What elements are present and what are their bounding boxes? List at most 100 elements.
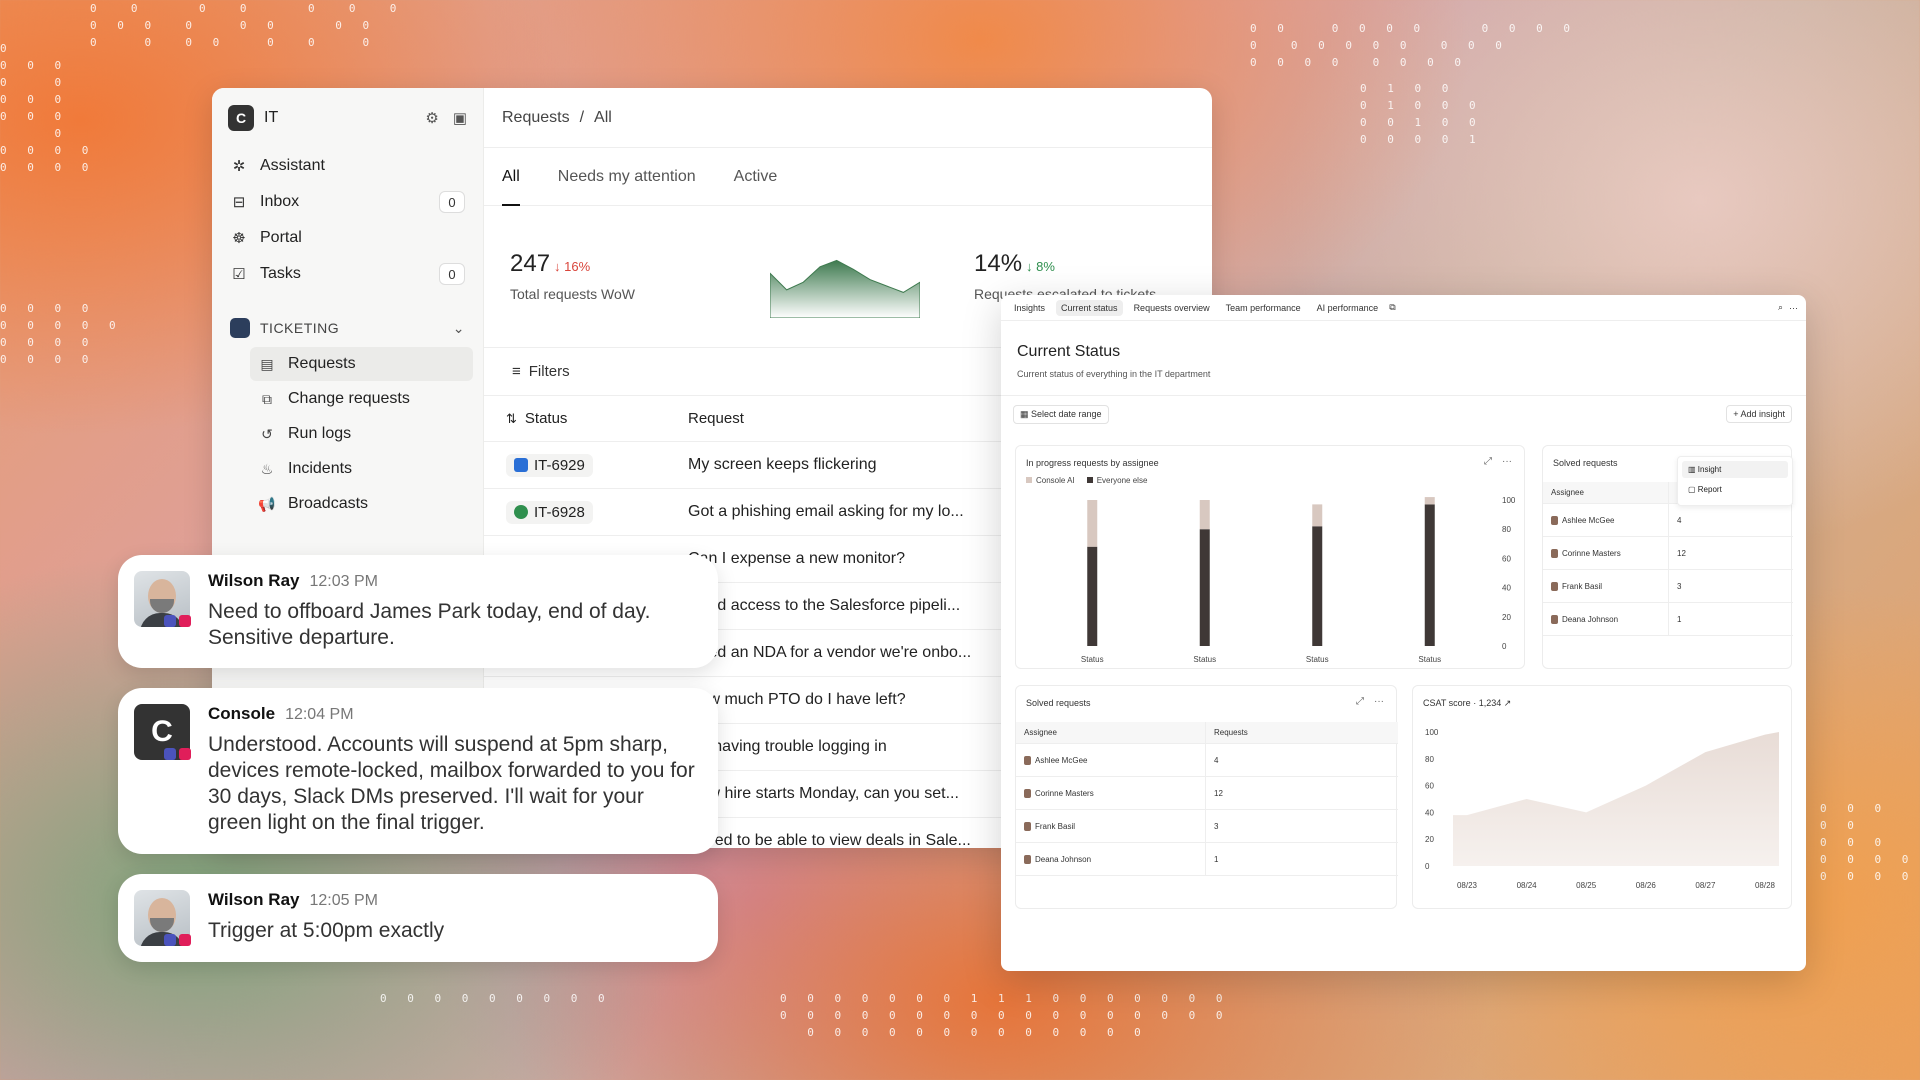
broadcasts-icon: 📢 <box>258 495 276 512</box>
more-icon[interactable]: ··· <box>1374 696 1384 707</box>
stat-value: 14% <box>974 250 1023 277</box>
more-icon[interactable]: ··· <box>1502 456 1512 467</box>
ticketing-icon <box>230 318 250 338</box>
table-row[interactable]: Deana Johnson 1 <box>1016 843 1398 876</box>
table-row[interactable]: Frank Basil 3 <box>1016 810 1398 843</box>
requests-cell: 4 <box>1214 755 1219 765</box>
tab-insights[interactable]: Insights <box>1009 300 1050 316</box>
sub-label: Run logs <box>288 425 352 442</box>
breadcrumb-root[interactable]: Requests <box>502 109 570 127</box>
search-icon[interactable]: ⌕ <box>1778 302 1783 313</box>
dot-pattern: 0 1 0 0 0 1 0 0 0 0 0 1 0 0 0 0 0 0 1 <box>1360 82 1483 146</box>
tab-ai-performance[interactable]: AI performance <box>1312 300 1384 316</box>
bar-segment[interactable] <box>1312 504 1323 527</box>
sidebar-item-incidents[interactable]: ♨ Incidents <box>250 452 473 486</box>
workspace-name[interactable]: IT <box>264 109 278 127</box>
nav-label: Portal <box>260 229 302 246</box>
sidebar-item-run-logs[interactable]: ↺ Run logs <box>250 417 473 451</box>
bar-segment[interactable] <box>1424 497 1435 505</box>
add-insight-button[interactable]: + Add insight <box>1726 405 1792 423</box>
tab-all[interactable]: All <box>502 148 520 206</box>
more-icon[interactable]: ··· <box>1789 303 1798 313</box>
slack-icon <box>179 748 191 760</box>
x-tick-label: Status <box>1418 655 1441 664</box>
inbox-count: 0 <box>439 191 465 213</box>
copy-icon[interactable]: ⧉ <box>1389 302 1395 313</box>
menu-item-report[interactable]: ▢ Report <box>1682 482 1788 497</box>
button-label: Select date range <box>1031 409 1102 419</box>
sidebar-item-change-requests[interactable]: ⧉ Change requests <box>250 382 473 416</box>
ticket-id[interactable]: IT-6929 <box>506 453 593 477</box>
ticket-id[interactable]: IT-6928 <box>506 500 593 524</box>
card-title: Solved requests <box>1553 458 1618 468</box>
teams-icon <box>164 615 176 627</box>
avatar <box>1551 548 1558 558</box>
stat-total-requests: 247 ↓ 16% <box>510 250 590 278</box>
x-tick-label: 08/27 <box>1695 881 1716 890</box>
csat-area-chart: 0 20 40 60 80 100 08/23 08/24 08/25 08/26 08/27 08/… <box>1425 728 1779 890</box>
table-row[interactable]: Ashlee McGee 4 <box>1543 504 1793 537</box>
page-title: Current Status <box>1017 343 1121 360</box>
gear-icon[interactable]: ⚙ <box>425 109 438 127</box>
y-tick-label: 60 <box>1502 554 1511 563</box>
card-title: Solved requests <box>1026 698 1091 708</box>
sidebar-header: C IT ⚙ ▣ <box>212 88 483 148</box>
tab-needs-my-attention[interactable]: Needs my attention <box>558 148 696 206</box>
assignee-cell: Ashlee McGee <box>1016 744 1206 776</box>
table-row[interactable]: Frank Basil 3 <box>1543 570 1793 603</box>
chevron-down-icon[interactable]: ⌄ <box>453 320 465 337</box>
sidebar-toggle-icon[interactable]: ▣ <box>453 109 467 127</box>
column-status[interactable]: ⇅ Status <box>484 410 688 427</box>
x-tick-label: 08/26 <box>1636 881 1657 890</box>
tab-requests-overview[interactable]: Requests overview <box>1129 300 1215 316</box>
breadcrumb: Requests / All <box>484 88 1212 148</box>
message-time: 12:04 PM <box>285 706 354 723</box>
tasks-count: 0 <box>439 263 465 285</box>
sidebar-item-requests[interactable]: ▤ Requests <box>250 347 473 381</box>
table-row[interactable]: Corinne Masters 12 <box>1543 537 1793 570</box>
message-text: Understood. Accounts will suspend at 5pm… <box>208 733 695 834</box>
nav-assistant[interactable]: ✲ Assistant <box>212 148 483 184</box>
tab-active[interactable]: Active <box>734 148 778 206</box>
nav-label: Inbox <box>260 193 300 210</box>
avatar <box>1024 788 1031 798</box>
table-row[interactable]: Ashlee McGee 4 <box>1016 744 1398 777</box>
check-circle-icon <box>514 505 528 519</box>
table-row[interactable]: Deana Johnson 1 <box>1543 603 1793 636</box>
bar-segment[interactable] <box>1312 526 1323 646</box>
bar-segment[interactable] <box>1087 500 1098 547</box>
assignee-cell: Frank Basil <box>1016 810 1206 842</box>
assignee-cell: Deana Johnson <box>1543 603 1669 635</box>
tab-team-performance[interactable]: Team performance <box>1221 300 1306 316</box>
bar-segment[interactable] <box>1199 500 1210 530</box>
nav-portal[interactable]: ☸ Portal <box>212 220 483 256</box>
column-assignee: Assignee <box>1543 482 1669 503</box>
bar-segment[interactable] <box>1424 504 1435 646</box>
requests-sparkline <box>770 259 920 318</box>
y-tick-label: 80 <box>1425 755 1434 764</box>
bar-segment[interactable] <box>1087 546 1098 646</box>
expand-icon[interactable]: ⤢ <box>1484 456 1492 467</box>
sidebar-item-broadcasts[interactable]: 📢 Broadcasts <box>250 487 473 521</box>
requests-cell: 1 <box>1214 854 1219 864</box>
chat-message: Wilson Ray 12:03 PM Need to offboard Jame… <box>118 555 718 668</box>
bar-segment[interactable] <box>1199 529 1210 646</box>
tab-current-status[interactable]: Current status <box>1056 299 1123 316</box>
table-row[interactable]: Corinne Masters 12 <box>1016 777 1398 810</box>
section-ticketing[interactable]: TICKETING ⌄ <box>212 310 483 346</box>
nav-inbox[interactable]: ⊟ Inbox 0 <box>212 184 483 220</box>
teams-icon <box>164 748 176 760</box>
breadcrumb-current: All <box>594 108 612 126</box>
calendar-icon: ▦ <box>1020 409 1032 419</box>
status-cell: IT-6929 <box>484 453 688 477</box>
change-requests-icon: ⧉ <box>262 390 272 407</box>
menu-item-insight[interactable]: ▥ Insight <box>1682 461 1788 478</box>
x-tick-label: Status <box>1306 655 1329 664</box>
sender-name: Console <box>208 704 276 723</box>
dot-pattern: 0 0 0 0 0 0 0 0 0 0 0 0 0 0 0 0 0 0 0 0 … <box>0 42 96 174</box>
select-date-range-button[interactable]: ▦ Select date range <box>1013 405 1109 424</box>
expand-icon[interactable]: ⤢ <box>1356 696 1364 707</box>
card-title: In progress requests by assignee <box>1026 458 1159 468</box>
nav-tasks[interactable]: ☑ Tasks 0 <box>212 256 483 292</box>
avatar <box>1024 821 1031 831</box>
